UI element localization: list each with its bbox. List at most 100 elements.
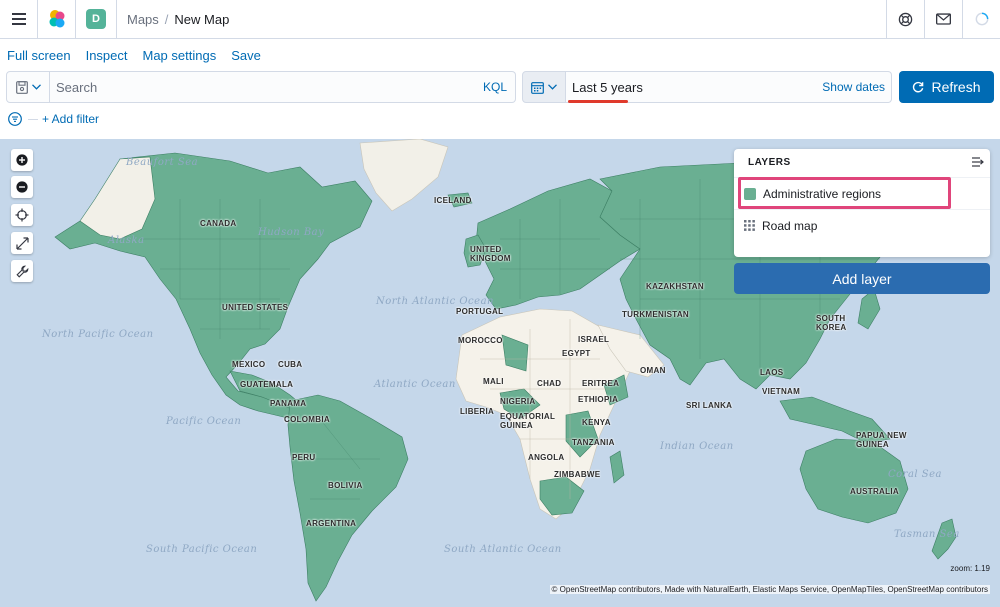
country-label: COLOMBIA xyxy=(284,415,330,424)
country-label: OMAN xyxy=(640,366,666,375)
loading-spinner-icon xyxy=(975,12,988,26)
refresh-button[interactable]: Refresh xyxy=(899,71,994,103)
show-dates-link[interactable]: Show dates xyxy=(822,80,885,94)
add-filter-button[interactable]: + Add filter xyxy=(42,112,99,126)
annotation-underline xyxy=(568,100,628,103)
country-label: CUBA xyxy=(278,360,303,369)
date-quick-menu-button[interactable] xyxy=(522,71,566,103)
country-label: PAPUA NEW GUINEA xyxy=(856,431,907,449)
ocean-label: North Pacific Ocean xyxy=(42,329,154,340)
country-label: ETHIOPIA xyxy=(578,395,619,404)
map-canvas[interactable]: North Pacific Ocean North Atlantic Ocean… xyxy=(0,139,1000,607)
date-range-label[interactable]: Last 5 years xyxy=(572,80,643,95)
calendar-icon xyxy=(531,81,544,94)
ocean-label: Atlantic Ocean xyxy=(374,379,456,390)
filter-divider xyxy=(28,118,38,120)
top-header: D Maps / New Map xyxy=(0,0,1000,39)
japan-landmass xyxy=(857,288,881,330)
menu-toggle-button[interactable] xyxy=(0,0,38,38)
layers-title: LAYERS xyxy=(748,157,791,168)
layer-item-road-map[interactable]: Road map xyxy=(734,209,990,241)
collapse-layers-button[interactable] xyxy=(972,155,984,170)
elastic-logo-icon xyxy=(49,10,64,28)
ocean-label: North Atlantic Ocean xyxy=(376,296,494,307)
map-attribution[interactable]: © OpenStreetMap contributors, Made with … xyxy=(549,585,990,594)
chevron-down-icon xyxy=(31,84,41,90)
ocean-label: South Atlantic Ocean xyxy=(444,544,562,555)
country-label: PORTUGAL xyxy=(456,307,504,316)
country-label: ZIMBABWE xyxy=(554,470,601,479)
country-label: CHAD xyxy=(537,379,562,388)
ocean-label: Beaufort Sea xyxy=(126,157,199,168)
header-actions xyxy=(886,0,1000,38)
country-label: ANGOLA xyxy=(528,453,565,462)
zoom-in-icon xyxy=(16,154,28,166)
elastic-logo[interactable] xyxy=(38,0,76,38)
help-button[interactable] xyxy=(886,0,924,38)
search-field: KQL xyxy=(50,71,516,103)
add-layer-button[interactable]: Add layer xyxy=(734,263,990,294)
inspect-link[interactable]: Inspect xyxy=(86,48,128,63)
ocean-label: Pacific Ocean xyxy=(166,416,242,427)
chevron-down-icon xyxy=(548,84,557,90)
country-label: LAOS xyxy=(760,368,784,377)
annotation-highlight-box xyxy=(738,177,951,209)
date-range-picker[interactable]: Last 5 years Show dates xyxy=(566,71,892,103)
breadcrumb-current: New Map xyxy=(174,11,230,27)
zoom-in-button[interactable] xyxy=(11,149,33,171)
wrench-icon xyxy=(15,265,28,278)
space-avatar[interactable]: D xyxy=(86,9,106,29)
filter-bar: + Add filter xyxy=(8,110,99,128)
saved-query-button[interactable] xyxy=(6,71,50,103)
query-language-button[interactable]: KQL xyxy=(483,80,507,94)
tools-button[interactable] xyxy=(11,260,33,282)
set-view-button[interactable] xyxy=(11,204,33,226)
hamburger-icon xyxy=(11,13,26,25)
map-settings-link[interactable]: Map settings xyxy=(143,48,217,63)
country-label: KENYA xyxy=(582,418,611,427)
country-label: UNITED STATES xyxy=(222,303,289,312)
loading-indicator xyxy=(962,0,1000,38)
help-lifebuoy-icon xyxy=(898,12,913,26)
region-label-alaska: Alaska xyxy=(108,235,145,246)
newsfeed-button[interactable] xyxy=(924,0,962,38)
country-label: KAZAKHSTAN xyxy=(646,282,704,291)
country-label: EQUATORIAL GUINEA xyxy=(500,412,556,430)
ocean-label: South Pacific Ocean xyxy=(146,544,258,555)
ocean-label: Coral Sea xyxy=(888,469,943,480)
country-label: SRI LANKA xyxy=(686,401,733,410)
map-controls xyxy=(11,149,33,287)
grid-tiles-icon xyxy=(744,220,755,231)
layer-label: Road map xyxy=(762,218,818,233)
save-link[interactable]: Save xyxy=(231,48,261,63)
country-label: ICELAND xyxy=(434,196,472,205)
country-label: EGYPT xyxy=(562,349,591,358)
breadcrumb-separator: / xyxy=(164,11,169,27)
breadcrumb: Maps / New Map xyxy=(116,0,229,38)
madagascar-landmass xyxy=(609,450,625,484)
refresh-label: Refresh xyxy=(931,79,981,95)
expand-icon xyxy=(15,236,29,250)
country-label: MALI xyxy=(483,377,504,386)
country-label: BOLIVIA xyxy=(328,481,363,490)
full-screen-link[interactable]: Full screen xyxy=(7,48,71,63)
country-label: PERU xyxy=(292,453,316,462)
country-label: PANAMA xyxy=(270,399,307,408)
country-label: MOROCCO xyxy=(458,336,503,345)
country-label: ISRAEL xyxy=(578,335,610,344)
mail-icon xyxy=(936,13,951,25)
south-america-landmass xyxy=(287,394,409,602)
search-input[interactable] xyxy=(50,72,450,102)
menu-right-icon xyxy=(972,157,984,167)
country-label: ERITREA xyxy=(582,379,620,388)
country-label: UNITED KINGDOM xyxy=(470,245,511,263)
country-label: AUSTRALIA xyxy=(850,487,899,496)
breadcrumb-maps[interactable]: Maps xyxy=(127,12,159,27)
ocean-label: Indian Ocean xyxy=(660,441,734,452)
country-label: TANZANIA xyxy=(572,438,615,447)
filter-menu-icon[interactable] xyxy=(8,112,22,126)
zoom-out-button[interactable] xyxy=(11,176,33,198)
fit-to-data-button[interactable] xyxy=(11,232,33,254)
top-nav-menu: Full screen Inspect Map settings Save xyxy=(0,40,1000,70)
ocean-label: Tasman Sea xyxy=(894,529,960,540)
